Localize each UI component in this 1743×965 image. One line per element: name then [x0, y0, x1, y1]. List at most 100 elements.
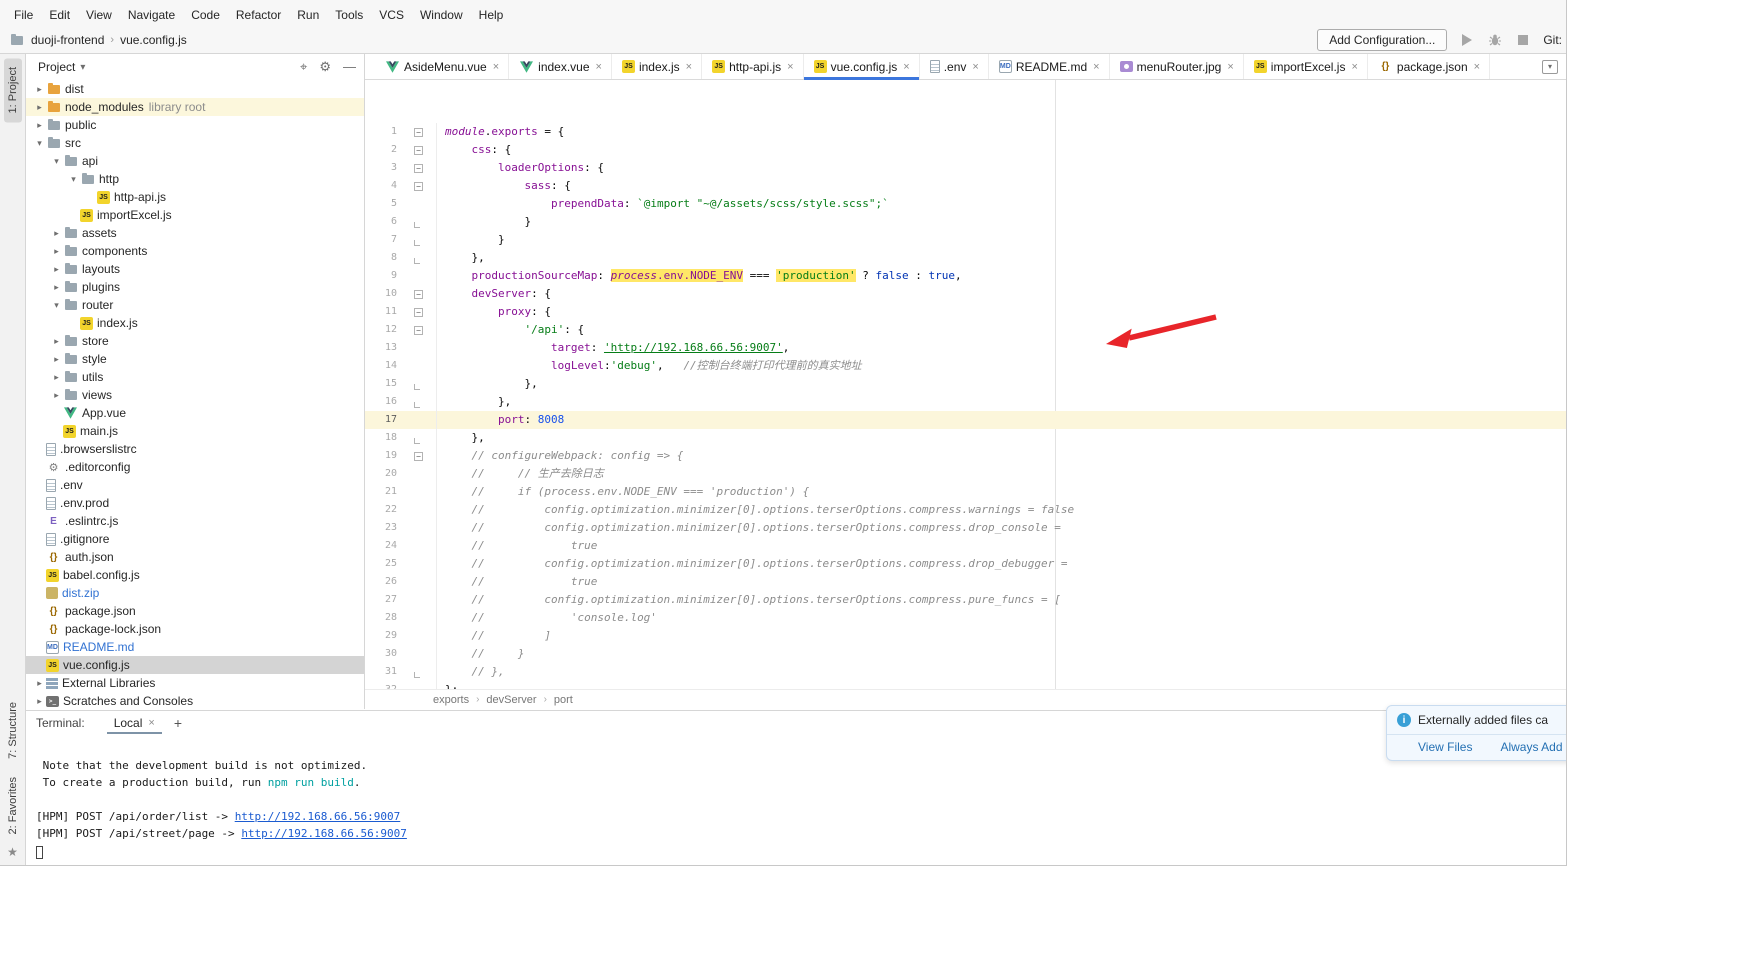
close-icon[interactable]: × [686, 61, 692, 73]
tree-item[interactable]: ▸dist [26, 80, 364, 98]
tree-item[interactable]: {}package.json [26, 602, 364, 620]
fold-collapse-icon[interactable]: − [414, 146, 423, 155]
tab-http-api.js[interactable]: JShttp-api.js× [702, 54, 803, 79]
tab-vue.config.js[interactable]: JSvue.config.js× [804, 54, 920, 79]
code-line[interactable]: 14 logLevel:'debug', //控制台终端打印代理前的真实地址 [365, 357, 1566, 375]
menu-refactor[interactable]: Refactor [228, 6, 289, 24]
close-icon[interactable]: × [972, 61, 978, 73]
tree-item[interactable]: JSimportExcel.js [26, 206, 364, 224]
stripe-structure-button[interactable]: 7: Structure [4, 693, 22, 768]
menu-code[interactable]: Code [183, 6, 228, 24]
code-line[interactable]: 21 // if (process.env.NODE_ENV === 'prod… [365, 483, 1566, 501]
tree-item[interactable]: ▾src [26, 134, 364, 152]
code-line[interactable]: 22 // config.optimization.minimizer[0].o… [365, 501, 1566, 519]
terminal-link[interactable]: http://192.168.66.56:9007 [241, 827, 407, 840]
tree-item[interactable]: ▸>_Scratches and Consoles [26, 692, 364, 709]
code-line[interactable]: 6 } [365, 213, 1566, 231]
tree-item[interactable]: .env.prod [26, 494, 364, 512]
fold-collapse-icon[interactable]: − [414, 452, 423, 461]
chevron-right-icon[interactable]: ▸ [51, 354, 62, 365]
chevron-right-icon[interactable]: ▸ [34, 120, 45, 131]
code-line[interactable]: 17 port: 8008 [365, 411, 1566, 429]
breadcrumb-item[interactable]: vue.config.js [120, 33, 187, 47]
fold-collapse-icon[interactable]: − [414, 182, 423, 191]
tree-item[interactable]: ▸components [26, 242, 364, 260]
code-line[interactable]: 28 // 'console.log' [365, 609, 1566, 627]
tree-item[interactable]: App.vue [26, 404, 364, 422]
code-line[interactable]: 20 // // 生产去除日志 [365, 465, 1566, 483]
close-icon[interactable]: × [1474, 61, 1480, 73]
chevron-right-icon[interactable]: ▸ [51, 264, 62, 275]
code-line[interactable]: 3− loaderOptions: { [365, 159, 1566, 177]
code-line[interactable]: 26 // true [365, 573, 1566, 591]
tree-item[interactable]: ▸style [26, 350, 364, 368]
tree-item[interactable]: ▸plugins [26, 278, 364, 296]
tree-item[interactable]: .env [26, 476, 364, 494]
chevron-right-icon[interactable]: ▸ [51, 228, 62, 239]
menu-file[interactable]: File [6, 6, 41, 24]
notification-action-always-add[interactable]: Always Add [1500, 740, 1562, 754]
tree-item[interactable]: .browserslistrc [26, 440, 364, 458]
settings-icon[interactable]: ⚙ [319, 59, 331, 75]
code-line[interactable]: 2− css: { [365, 141, 1566, 159]
close-icon[interactable]: × [148, 717, 154, 729]
tree-item[interactable]: ▾http [26, 170, 364, 188]
code-line[interactable]: 10− devServer: { [365, 285, 1566, 303]
tree-item[interactable]: ▸views [26, 386, 364, 404]
tree-item[interactable]: {}auth.json [26, 548, 364, 566]
editor-breadcrumb-item[interactable]: port [554, 694, 573, 706]
tree-item[interactable]: ▸node_moduleslibrary root [26, 98, 364, 116]
tree-item[interactable]: ▸External Libraries [26, 674, 364, 692]
close-icon[interactable]: × [596, 61, 602, 73]
menu-window[interactable]: Window [412, 6, 471, 24]
tree-item[interactable]: ▸store [26, 332, 364, 350]
menu-run[interactable]: Run [289, 6, 327, 24]
notification-action-view-files[interactable]: View Files [1418, 740, 1472, 754]
code-line[interactable]: 23 // config.optimization.minimizer[0].o… [365, 519, 1566, 537]
chevron-down-icon[interactable]: ▾ [34, 138, 45, 149]
terminal-tab-local[interactable]: Local × [107, 713, 162, 734]
code-line[interactable]: 1−module.exports = { [365, 123, 1566, 141]
menu-tools[interactable]: Tools [327, 6, 371, 24]
chevron-down-icon[interactable]: ▾ [51, 156, 62, 167]
editor-breadcrumb-item[interactable]: exports [433, 694, 469, 706]
code-line[interactable]: 31 // }, [365, 663, 1566, 681]
run-icon[interactable] [1459, 32, 1475, 48]
tree-item[interactable]: .gitignore [26, 530, 364, 548]
fold-collapse-icon[interactable]: − [414, 128, 423, 137]
tab-.env[interactable]: .env× [920, 54, 989, 79]
tree-item[interactable]: ▸layouts [26, 260, 364, 278]
chevron-down-icon[interactable]: ▾ [68, 174, 79, 185]
new-terminal-icon[interactable]: + [174, 715, 182, 731]
chevron-right-icon[interactable]: ▸ [34, 102, 45, 113]
menu-help[interactable]: Help [471, 6, 512, 24]
chevron-right-icon[interactable]: ▸ [51, 390, 62, 401]
tree-item[interactable]: JShttp-api.js [26, 188, 364, 206]
stop-icon[interactable] [1515, 32, 1531, 48]
menu-vcs[interactable]: VCS [371, 6, 412, 24]
code-line[interactable]: 13 target: 'http://192.168.66.56:9007', [365, 339, 1566, 357]
tab-index.js[interactable]: JSindex.js× [612, 54, 702, 79]
chevron-right-icon[interactable]: ▸ [34, 84, 45, 95]
editor-breadcrumb-item[interactable]: devServer [486, 694, 536, 706]
tree-item[interactable]: JSbabel.config.js [26, 566, 364, 584]
tree-item[interactable]: MDREADME.md [26, 638, 364, 656]
tree-item[interactable]: ▾router [26, 296, 364, 314]
tab-README.md[interactable]: MDREADME.md× [989, 54, 1110, 79]
code-line[interactable]: 29 // ] [365, 627, 1566, 645]
code-line[interactable]: 30 // } [365, 645, 1566, 663]
close-icon[interactable]: × [493, 61, 499, 73]
stripe-favorites-button[interactable]: 2: Favorites [4, 768, 22, 843]
chevron-right-icon[interactable]: ▸ [51, 336, 62, 347]
menu-navigate[interactable]: Navigate [120, 6, 183, 24]
menu-view[interactable]: View [78, 6, 120, 24]
tree-item[interactable]: ▾api [26, 152, 364, 170]
chevron-right-icon[interactable]: ▸ [34, 678, 45, 689]
code-line[interactable]: 9 productionSourceMap: process.env.NODE_… [365, 267, 1566, 285]
code-line[interactable]: 24 // true [365, 537, 1566, 555]
locate-file-icon[interactable]: ⌖ [300, 59, 307, 75]
close-icon[interactable]: × [903, 61, 909, 73]
code-line[interactable]: 8 }, [365, 249, 1566, 267]
stripe-project-button[interactable]: 1: Project [4, 58, 22, 122]
chevron-down-icon[interactable]: ▾ [51, 300, 62, 311]
